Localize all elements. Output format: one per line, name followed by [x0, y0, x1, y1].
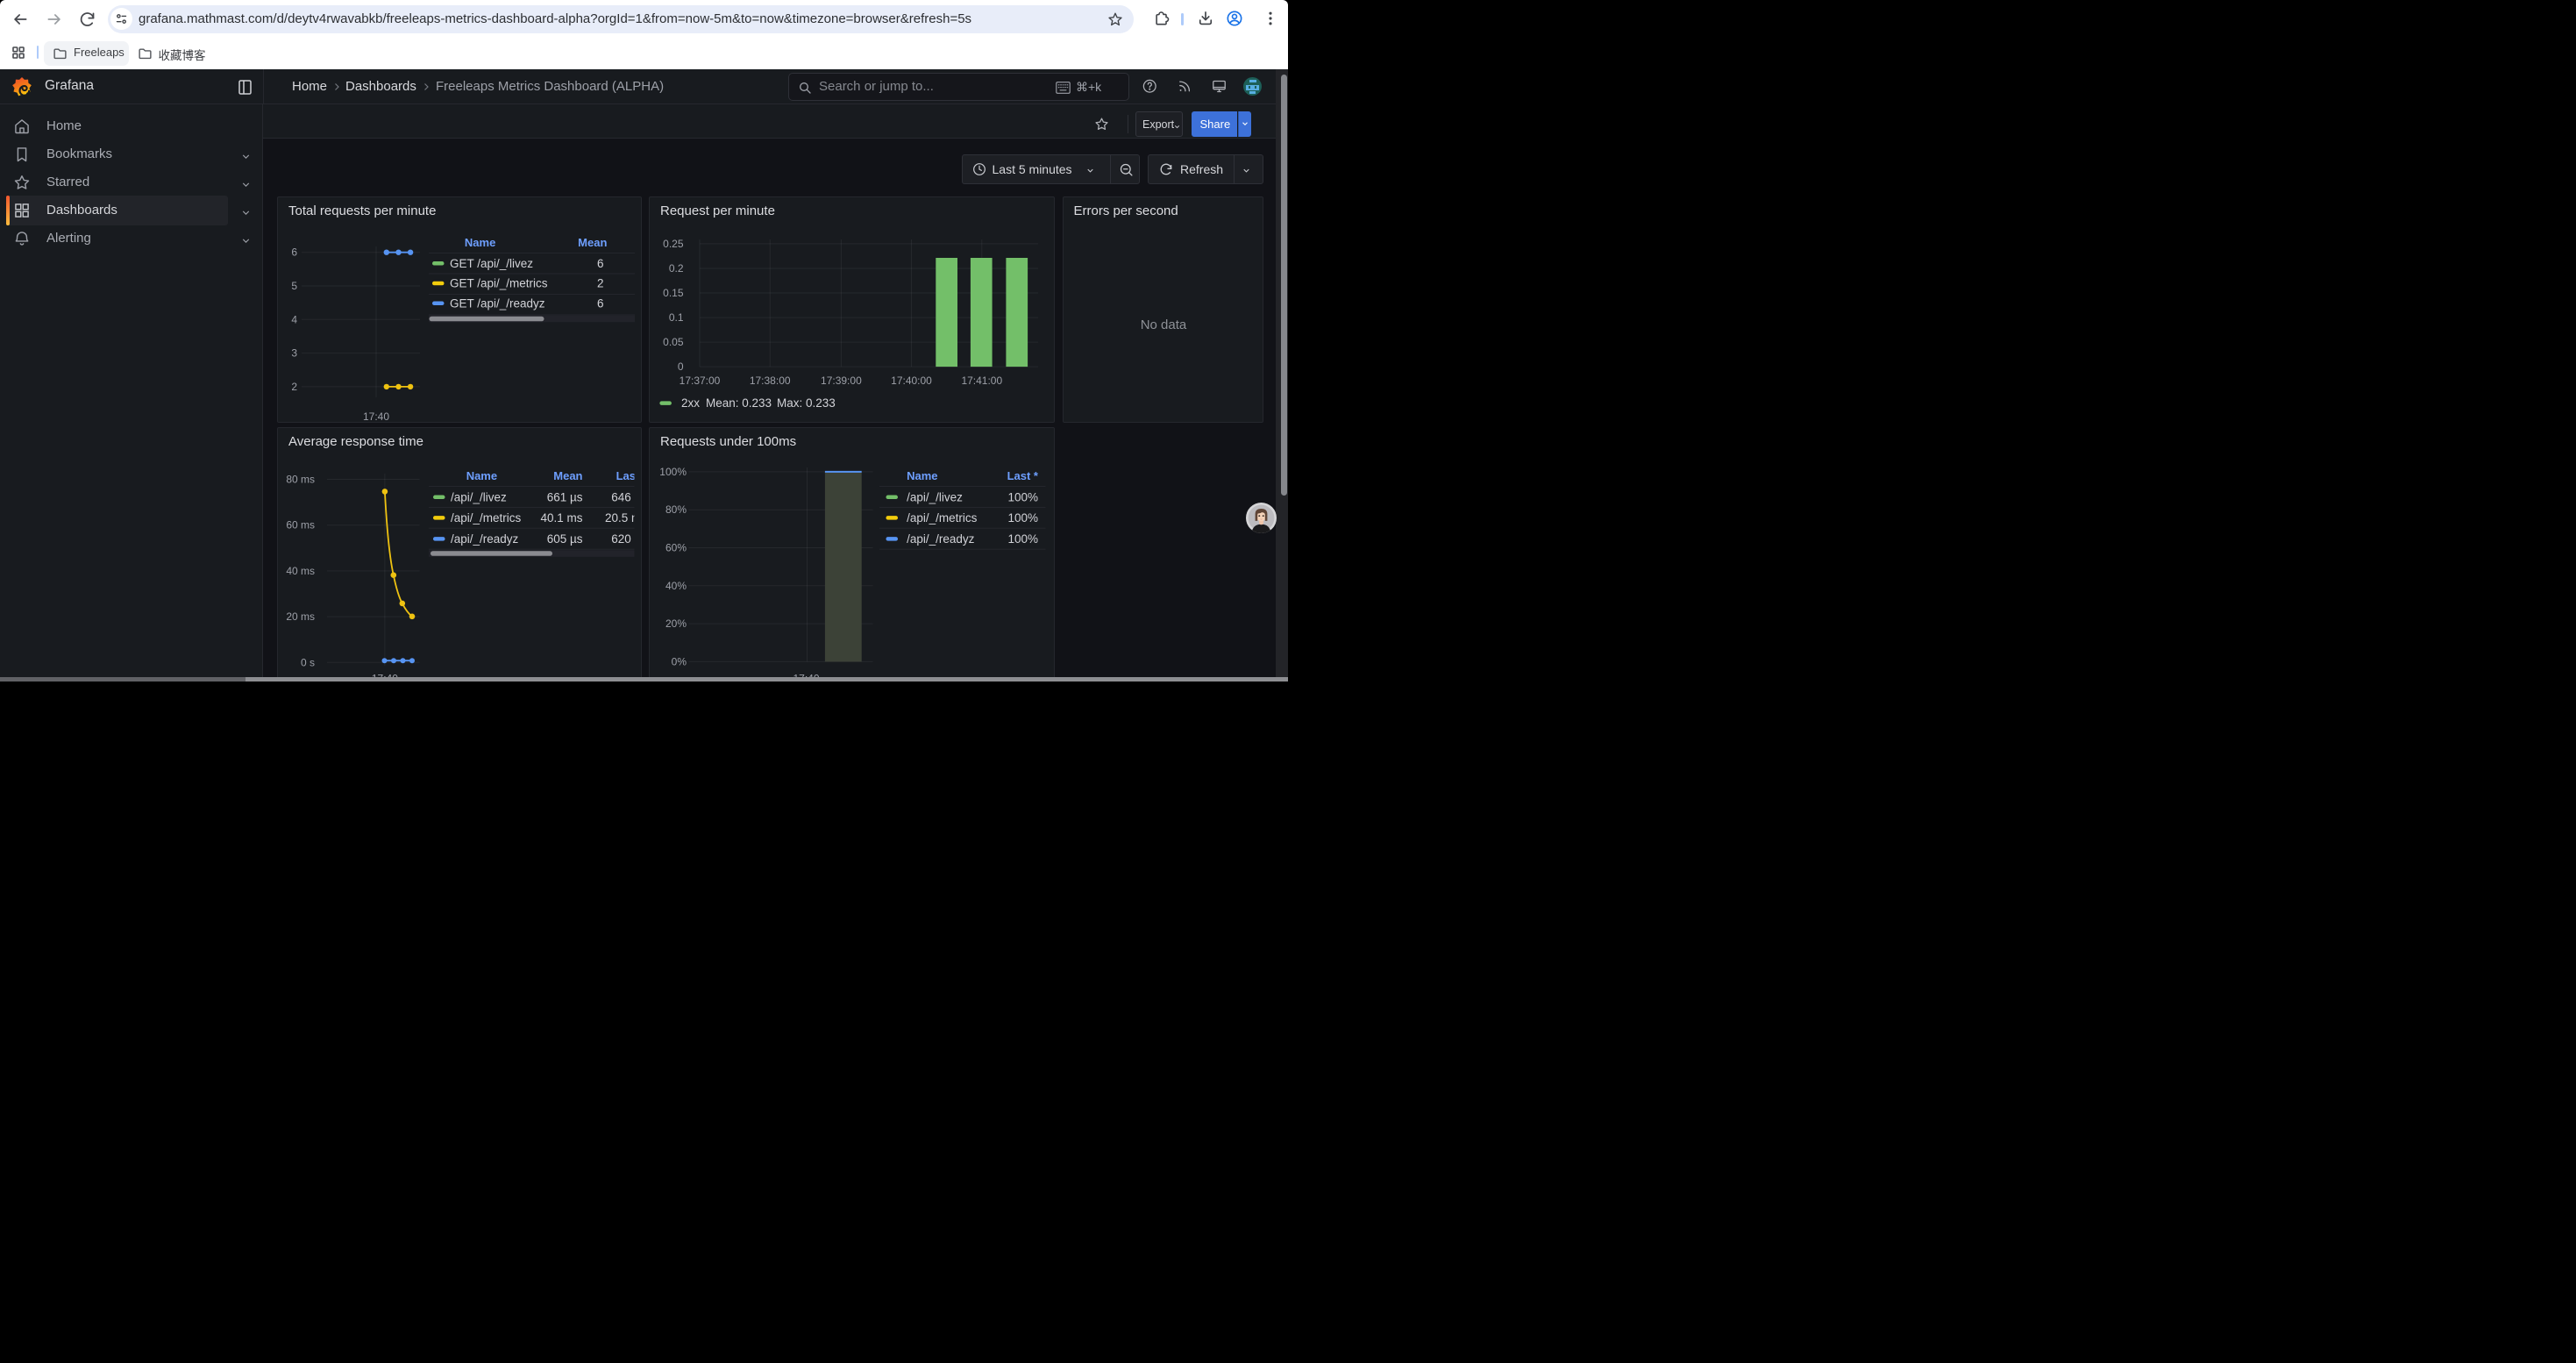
- svg-text:20.5 ms: 20.5 ms: [605, 510, 642, 524]
- svg-text:/api/_/metrics: /api/_/metrics: [451, 510, 522, 524]
- svg-text:0.2: 0.2: [669, 262, 684, 275]
- svg-text:17:39:00: 17:39:00: [821, 375, 862, 387]
- svg-text:60%: 60%: [665, 541, 687, 553]
- svg-text:Name: Name: [907, 469, 937, 482]
- svg-text:Last *: Last *: [1007, 469, 1039, 482]
- svg-text:Mean: Mean: [553, 469, 582, 482]
- svg-text:100%: 100%: [659, 465, 687, 477]
- svg-text:3: 3: [291, 347, 297, 360]
- svg-text:2: 2: [597, 277, 604, 290]
- svg-text:Last *: Last *: [616, 469, 642, 482]
- svg-text:17:38:00: 17:38:00: [750, 375, 791, 387]
- svg-text:620 µs: 620 µs: [611, 532, 641, 545]
- svg-text:/api/_/readyz: /api/_/readyz: [451, 532, 519, 545]
- svg-text:80 ms: 80 ms: [286, 473, 315, 485]
- svg-text:605 µs: 605 µs: [547, 532, 583, 545]
- svg-text:100%: 100%: [1007, 510, 1038, 524]
- svg-text:/api/_/livez: /api/_/livez: [451, 490, 507, 503]
- svg-text:5: 5: [291, 280, 297, 292]
- svg-text:GET /api/_/metrics: GET /api/_/metrics: [450, 277, 548, 290]
- svg-text:Max: 0.233: Max: 0.233: [777, 396, 836, 410]
- svg-text:40.1 ms: 40.1 ms: [540, 510, 582, 524]
- svg-text:Name: Name: [465, 236, 495, 249]
- svg-text:80%: 80%: [665, 503, 687, 516]
- svg-text:100%: 100%: [1007, 490, 1038, 503]
- svg-text:0%: 0%: [672, 655, 687, 667]
- svg-text:6: 6: [597, 257, 604, 270]
- svg-text:0 s: 0 s: [301, 656, 315, 668]
- svg-text:GET /api/_/readyz: GET /api/_/readyz: [450, 296, 545, 310]
- svg-text:17:40: 17:40: [363, 410, 389, 423]
- svg-text:6: 6: [291, 246, 297, 259]
- svg-text:2xx: 2xx: [681, 396, 700, 410]
- svg-text:2: 2: [291, 381, 297, 393]
- svg-text:6: 6: [597, 296, 604, 310]
- svg-text:17:37:00: 17:37:00: [680, 375, 721, 387]
- svg-text:20 ms: 20 ms: [286, 610, 315, 623]
- svg-text:0.25: 0.25: [663, 238, 684, 250]
- svg-text:100%: 100%: [1007, 532, 1038, 545]
- svg-text:661 µs: 661 µs: [547, 490, 583, 503]
- svg-text:Name: Name: [466, 469, 497, 482]
- svg-text:17:41:00: 17:41:00: [961, 375, 1002, 387]
- svg-text:4: 4: [291, 313, 297, 325]
- svg-text:40%: 40%: [665, 579, 687, 591]
- svg-text:/api/_/livez: /api/_/livez: [907, 490, 963, 503]
- svg-text:20%: 20%: [665, 617, 687, 630]
- svg-text:40 ms: 40 ms: [286, 564, 315, 576]
- svg-text:17:40:00: 17:40:00: [891, 375, 932, 387]
- svg-text:0.05: 0.05: [663, 336, 684, 348]
- svg-text:/api/_/readyz: /api/_/readyz: [907, 532, 975, 545]
- svg-text:Mean: 0.233: Mean: 0.233: [706, 396, 772, 410]
- svg-text:Mean: Mean: [578, 236, 607, 249]
- svg-text:60 ms: 60 ms: [286, 518, 315, 531]
- svg-text:GET /api/_/livez: GET /api/_/livez: [450, 257, 533, 270]
- svg-text:646 µs: 646 µs: [611, 490, 641, 503]
- svg-text:0.1: 0.1: [669, 311, 684, 324]
- svg-text:0.15: 0.15: [663, 287, 684, 299]
- svg-text:0: 0: [678, 360, 684, 373]
- svg-text:/api/_/metrics: /api/_/metrics: [907, 510, 978, 524]
